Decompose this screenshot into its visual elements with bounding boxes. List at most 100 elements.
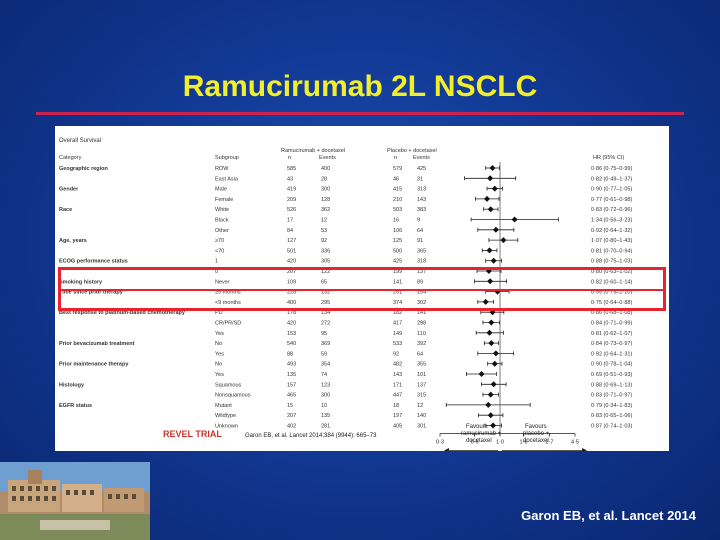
favours-right-2: placebo + — [523, 431, 550, 437]
row-n1: 207 — [287, 413, 296, 419]
row-events2: 64 — [417, 228, 423, 234]
row-n1: 127 — [287, 238, 296, 244]
row-events1: 336 — [321, 248, 330, 254]
row-n2: 149 — [393, 331, 402, 337]
hr-point — [487, 412, 494, 419]
row-n1: 526 — [287, 207, 296, 213]
row-hr-text: 0·69 (0·51–0·93) — [591, 372, 632, 378]
row-events2: 298 — [417, 321, 426, 327]
hr-point — [487, 175, 494, 182]
row-events2: 392 — [417, 341, 426, 347]
row-events1: 74 — [321, 372, 327, 378]
row-events1: 135 — [321, 413, 330, 419]
row-subgroup: CR/PR/SD — [215, 321, 241, 327]
row-subgroup: Male — [215, 187, 227, 193]
row-events2: 9 — [417, 218, 420, 224]
row-n1: 17 — [287, 218, 293, 224]
row-n2: 16 — [393, 218, 399, 224]
hr-point — [489, 165, 496, 171]
row-n2: 197 — [393, 413, 402, 419]
hr-point — [485, 401, 492, 408]
hr-point — [487, 206, 494, 213]
hr-point — [490, 422, 497, 429]
hr-point — [511, 216, 518, 223]
row-category: Best response to platinum-based chemothe… — [59, 310, 186, 316]
row-events2: 91 — [417, 238, 423, 244]
row-events1: 369 — [321, 341, 330, 347]
row-hr-text: 1·34 (0·56–3·23) — [591, 218, 632, 224]
row-hr-text: 0·90 (0·78–1·04) — [591, 362, 632, 368]
row-hr-text: 1·07 (0·80–1·43) — [591, 238, 632, 244]
row-n1: 88 — [287, 351, 293, 357]
row-events1: 400 — [321, 166, 330, 172]
row-events1: 354 — [321, 362, 330, 368]
favours-left-2: ramucirumab + — [461, 431, 502, 437]
row-n1: 419 — [287, 187, 296, 193]
row-events2: 313 — [417, 187, 426, 193]
row-events1: 28 — [321, 176, 327, 182]
hr-point — [490, 381, 497, 388]
row-n1: 135 — [287, 372, 296, 378]
row-n2: 18 — [393, 403, 399, 409]
row-subgroup: Yes — [215, 331, 224, 337]
row-n1: 501 — [287, 248, 296, 254]
row-subgroup: White — [215, 207, 229, 213]
row-n1: 465 — [287, 393, 296, 399]
row-events1: 92 — [321, 238, 327, 244]
header-n1: n — [288, 155, 291, 161]
row-n2: 125 — [393, 238, 402, 244]
hr-point — [490, 257, 497, 264]
row-hr-text: 0·81 (0·70–0·94) — [591, 248, 632, 254]
row-hr-text: 0·83 (0·71–0·97) — [591, 393, 632, 399]
row-events2: 64 — [417, 351, 423, 357]
row-subgroup: Wildtype — [215, 413, 236, 419]
row-hr-text: 0·79 (0·34–1·83) — [591, 403, 632, 409]
row-events1: 123 — [321, 382, 330, 388]
row-subgroup: PD — [215, 310, 223, 316]
row-events2: 425 — [417, 166, 426, 172]
row-events2: 365 — [417, 248, 426, 254]
row-events2: 301 — [417, 424, 426, 430]
row-n2: 210 — [393, 197, 402, 203]
reference-text: Garon EB, et al. Lancet 2014;384 (9944):… — [245, 433, 377, 439]
row-n2: 482 — [393, 362, 402, 368]
row-n1: 420 — [287, 259, 296, 265]
row-n2: 500 — [393, 248, 402, 254]
row-n1: 153 — [287, 331, 296, 337]
row-n2: 417 — [393, 321, 402, 327]
row-hr-text: 0·88 (0·69–1·13) — [591, 382, 632, 388]
hr-point — [486, 329, 493, 336]
building-photo — [0, 462, 150, 540]
row-n2: 415 — [393, 187, 402, 193]
favours-left-1: Favours — [466, 424, 488, 430]
row-subgroup: Black — [215, 218, 229, 224]
highlight-divider — [58, 289, 666, 291]
row-subgroup: Nonsquamous — [215, 393, 251, 399]
row-n1: 209 — [287, 197, 296, 203]
row-n1: 178 — [287, 310, 296, 316]
plot-title: Overall Survival — [59, 138, 101, 144]
hr-point — [492, 350, 499, 357]
row-category: ECOG performance status — [59, 259, 128, 265]
hr-point — [478, 371, 485, 377]
hr-point — [488, 319, 495, 326]
row-subgroup: Female — [215, 197, 233, 203]
row-n1: 493 — [287, 362, 296, 368]
row-n2: 92 — [393, 351, 399, 357]
row-hr-text: 0·86 (0·75–0·99) — [591, 166, 632, 172]
row-n2: 46 — [393, 176, 399, 182]
row-subgroup: East Asia — [215, 176, 239, 182]
row-subgroup: ROW — [215, 166, 229, 172]
citation: Garon EB, et al. Lancet 2014 — [521, 508, 696, 523]
row-events1: 300 — [321, 393, 330, 399]
row-n2: 143 — [393, 372, 402, 378]
favours-left-3: docetaxel — [466, 438, 492, 444]
header-events1: Events — [319, 155, 336, 161]
row-category: EGFR status — [59, 403, 92, 409]
x-tick-label: 0·3 — [436, 440, 444, 446]
row-hr-text: 0·83 (0·65–1·06) — [591, 413, 632, 419]
row-n1: 43 — [287, 176, 293, 182]
hr-point — [491, 185, 498, 192]
row-category: Gender — [59, 187, 79, 193]
row-n2: 447 — [393, 393, 402, 399]
